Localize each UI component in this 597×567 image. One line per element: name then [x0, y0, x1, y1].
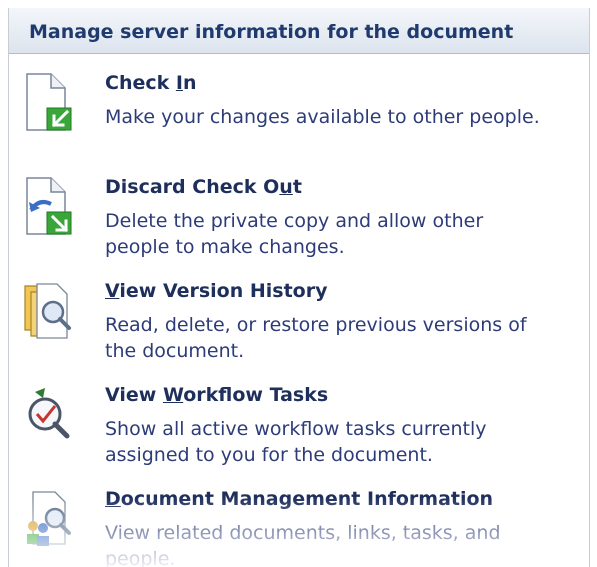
menu-header: Manage server information for the docume… — [9, 8, 589, 54]
document-management-title: Document Management Information — [105, 488, 494, 510]
check-in-icon — [23, 72, 73, 132]
version-history-icon — [23, 280, 73, 340]
discard-check-out-title: Discard Check Out — [105, 176, 302, 198]
view-workflow-tasks-description: Show all active workflow tasks currently… — [105, 418, 487, 466]
view-workflow-tasks-item[interactable]: View Workflow Tasks Show all active work… — [9, 376, 589, 472]
server-menu-panel: Manage server information for the docume… — [8, 8, 590, 567]
check-in-title: Check In — [105, 72, 197, 94]
discard-check-out-description: Delete the private copy and allow other … — [105, 210, 484, 258]
view-workflow-tasks-title: View Workflow Tasks — [105, 384, 329, 406]
discard-check-out-item[interactable]: Discard Check Out Delete the private cop… — [9, 168, 589, 264]
workflow-tasks-icon — [23, 384, 73, 444]
document-management-description: View related documents, links, tasks, an… — [105, 522, 501, 567]
view-version-history-description: Read, delete, or restore previous versio… — [105, 314, 527, 362]
document-management-item[interactable]: Document Management Information View rel… — [9, 480, 589, 567]
document-management-icon — [23, 488, 73, 548]
view-version-history-title: View Version History — [105, 280, 328, 302]
check-in-item[interactable]: Check In Make your changes available to … — [9, 64, 589, 160]
discard-check-out-icon — [23, 176, 73, 236]
check-in-description: Make your changes available to other peo… — [105, 106, 540, 128]
view-version-history-item[interactable]: View Version History Read, delete, or re… — [9, 272, 589, 368]
